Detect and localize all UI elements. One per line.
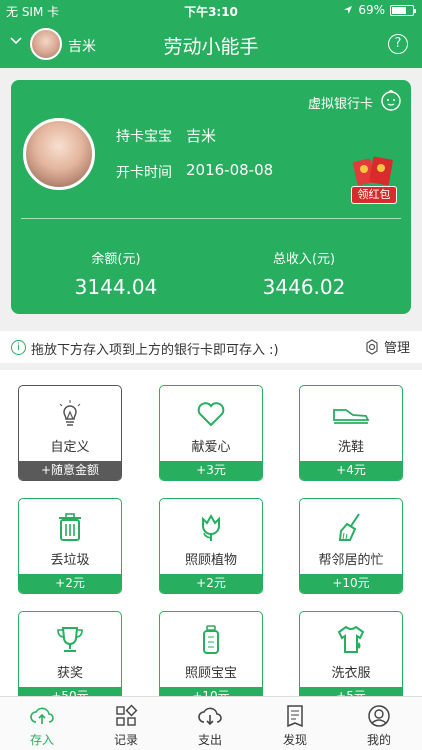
tile-name: 洗衣服: [331, 666, 371, 681]
grid-icon: [84, 704, 168, 728]
battery-fill: [392, 6, 406, 14]
page-title: 劳动小能手: [163, 36, 259, 58]
tile-name: 自定义: [50, 440, 90, 455]
tile-name: 献爱心: [191, 440, 231, 455]
bottle-icon: [160, 624, 262, 656]
tile-wash-shoes[interactable]: 洗鞋 +4元: [299, 385, 403, 481]
heart-icon: [160, 398, 262, 430]
tile-award[interactable]: 获奖 +50元: [18, 611, 122, 696]
user-icon: [337, 704, 421, 728]
tile-laundry[interactable]: 洗衣服 +5元: [299, 611, 403, 696]
income-value: 3446.02: [262, 275, 346, 299]
tile-amount: +10元: [300, 574, 402, 593]
balance-value: 3144.04: [74, 275, 158, 299]
tile-amount: +4元: [300, 461, 402, 480]
holder-label: 持卡宝宝: [116, 129, 172, 145]
holder-value: 吉米: [186, 127, 217, 145]
tile-name: 帮邻居的忙: [318, 553, 384, 568]
tab-mine[interactable]: 我的: [337, 697, 421, 750]
tile-name: 丢垃圾: [50, 553, 90, 568]
tile-amount: +3元: [160, 461, 262, 480]
document-icon: [253, 704, 337, 728]
red-envelope-label: 领红包: [351, 186, 397, 204]
open-date-value: 2016-08-08: [186, 161, 274, 179]
battery-percent: 69%: [358, 3, 385, 17]
virtual-bank-card[interactable]: 虚拟银行卡 持卡宝宝 吉米 开卡时间 2016-08-08 领红包 余额(元) …: [11, 80, 411, 314]
tile-amount: +2元: [19, 574, 121, 593]
help-button[interactable]: ?: [388, 34, 408, 54]
tile-name: 洗鞋: [337, 440, 364, 455]
tile-amount: +随意金额: [19, 461, 121, 480]
status-right: 69%: [343, 3, 416, 17]
tab-deposit[interactable]: 存入: [0, 697, 84, 750]
open-date-label: 开卡时间: [116, 165, 172, 181]
tab-discover[interactable]: 发现: [253, 697, 337, 750]
virtual-card-label: 虚拟银行卡: [307, 97, 373, 112]
red-envelope-button[interactable]: 领红包: [351, 156, 397, 204]
tile-name: 照顾宝宝: [184, 666, 237, 681]
tile-amount: +50元: [19, 687, 121, 696]
tab-label: 存入: [29, 733, 54, 747]
lightbulb-icon: [19, 398, 121, 430]
trophy-icon: [19, 624, 121, 656]
card-avatar: [23, 118, 95, 190]
tab-label: 发现: [282, 733, 307, 747]
status-bar: 无 SIM 卡 下午3:10 69%: [0, 0, 422, 22]
tile-name: 获奖: [56, 666, 83, 681]
gear-icon: [366, 338, 378, 355]
tile-trash[interactable]: 丢垃圾 +2元: [18, 498, 122, 594]
nav-bar: 吉米 劳动小能手 ?: [0, 22, 422, 68]
balance-label: 余额(元): [91, 252, 141, 267]
card-divider: [21, 218, 401, 219]
info-icon: i: [11, 340, 26, 355]
tile-help-neighbor[interactable]: 帮邻居的忙 +10元: [299, 498, 403, 594]
battery-icon: [390, 4, 416, 16]
shoe-icon: [300, 398, 402, 430]
tab-spend[interactable]: 支出: [168, 697, 252, 750]
tab-label: 记录: [113, 733, 138, 747]
tab-label: 支出: [197, 733, 222, 747]
tile-plants[interactable]: 照顾植物 +2元: [159, 498, 263, 594]
tile-amount: +5元: [300, 687, 402, 696]
broom-icon: [300, 511, 402, 543]
trash-icon: [19, 511, 121, 543]
smiley-face-icon: [381, 89, 401, 111]
hint-bar: i 拖放下方存入项到上方的银行卡即可存入 :) 管理: [0, 331, 422, 363]
hint-text: 拖放下方存入项到上方的银行卡即可存入 :): [31, 343, 279, 358]
tab-bar: 存入 记录 支出 发现 我的: [0, 696, 422, 750]
tile-amount: +2元: [160, 574, 262, 593]
flower-icon: [160, 511, 262, 543]
cloud-download-icon: [168, 704, 252, 728]
tab-label: 我的: [366, 733, 391, 747]
location-icon: [344, 6, 353, 14]
red-envelope-icon: [353, 156, 393, 186]
tile-custom[interactable]: 自定义 +随意金额: [18, 385, 122, 481]
shirt-icon: [300, 624, 402, 656]
tab-records[interactable]: 记录: [84, 697, 168, 750]
deposit-items-grid: 自定义 +随意金额 献爱心 +3元 洗鞋 +4元 丢垃圾 +2元 照顾植物 +2…: [0, 370, 422, 696]
tile-name: 照顾植物: [184, 553, 237, 568]
income-label: 总收入(元): [272, 252, 336, 267]
manage-button[interactable]: 管理: [364, 337, 410, 356]
tile-baby-care[interactable]: 照顾宝宝 +10元: [159, 611, 263, 696]
cloud-upload-icon: [0, 704, 84, 728]
manage-label: 管理: [383, 341, 410, 356]
tile-love[interactable]: 献爱心 +3元: [159, 385, 263, 481]
tile-amount: +10元: [160, 687, 262, 696]
